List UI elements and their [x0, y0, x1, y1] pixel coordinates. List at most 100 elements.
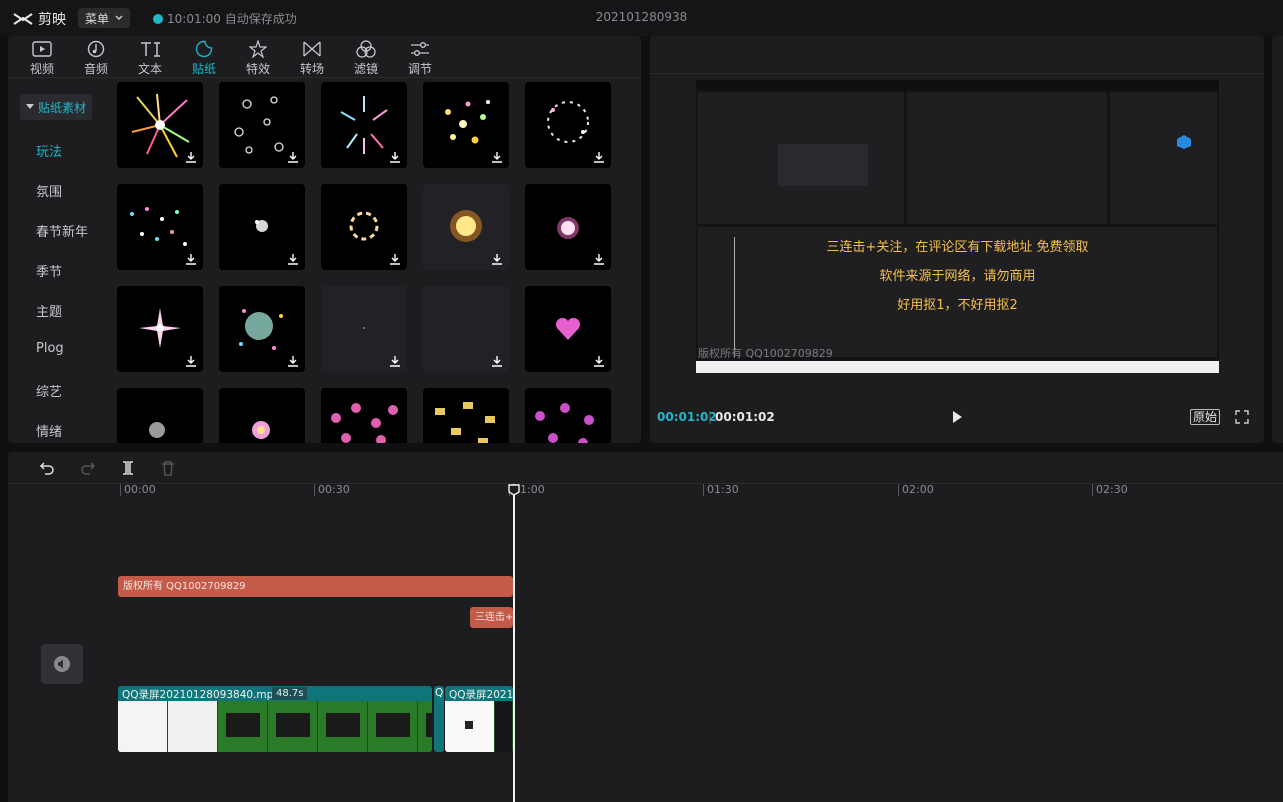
sticker-tile[interactable] — [525, 82, 611, 168]
video-clip-2[interactable]: Q — [434, 686, 444, 752]
download-icon[interactable] — [287, 355, 299, 367]
sticker-tile[interactable] — [117, 82, 203, 168]
sidebar-item-season[interactable]: 季节 — [36, 261, 62, 280]
player-header — [650, 36, 1264, 74]
sticker-tile[interactable] — [525, 286, 611, 372]
heart-rain-icon — [331, 403, 398, 443]
sticker-tile[interactable] — [117, 184, 203, 270]
ruler-label: 00:30 — [314, 484, 350, 496]
sidebar-item-variety[interactable]: 综艺 — [36, 381, 62, 400]
sticker-tile[interactable] — [321, 184, 407, 270]
tab-audio[interactable]: 音频 — [69, 38, 123, 78]
thumbnail — [368, 701, 418, 752]
sidebar-item-gameplay[interactable]: 玩法 — [36, 141, 62, 160]
time-separator: | — [708, 410, 713, 424]
sticker-icon — [195, 40, 213, 58]
media-panel: 视频 音频 文本 贴纸 特效 转场 滤镜 调节 贴纸素材 玩法 氛围 春节新年 … — [8, 36, 641, 443]
adjust-icon — [411, 42, 429, 56]
text-clip-watermark[interactable]: 版权所有 QQ1002709829 — [118, 576, 513, 597]
sticker-tile[interactable] — [423, 184, 509, 270]
download-icon[interactable] — [389, 253, 401, 265]
download-icon[interactable] — [185, 151, 197, 163]
properties-panel-edge — [1272, 36, 1283, 443]
video-clip-1[interactable]: QQ录屏20210128093840.mp4 48.7s — [118, 686, 432, 752]
total-time: 00:01:02 — [715, 410, 775, 424]
redo-icon[interactable] — [80, 460, 96, 476]
play-icon[interactable] — [950, 410, 964, 424]
sticker-tile[interactable] — [423, 286, 509, 372]
thumbnail — [268, 701, 318, 752]
text-clip-caption[interactable]: 三连击+关 — [470, 607, 513, 628]
playhead-handle-icon[interactable] — [508, 484, 520, 496]
tab-text[interactable]: 文本 — [123, 38, 177, 78]
sticker-tile[interactable] — [525, 184, 611, 270]
download-icon[interactable] — [389, 151, 401, 163]
sidebar-item-atmosphere[interactable]: 氛围 — [36, 181, 62, 200]
sidebar-item-theme[interactable]: 主题 — [36, 301, 62, 320]
sticker-tile[interactable] — [117, 286, 203, 372]
aspect-ratio-button[interactable]: 原始 — [1190, 409, 1221, 425]
download-icon[interactable] — [593, 355, 605, 367]
thumbnail — [218, 701, 268, 752]
download-icon[interactable] — [491, 253, 503, 265]
download-icon[interactable] — [287, 151, 299, 163]
undo-icon[interactable] — [39, 460, 55, 476]
sticker-tile[interactable] — [219, 82, 305, 168]
split-icon[interactable] — [120, 460, 136, 476]
sticker-tile[interactable] — [525, 388, 611, 443]
thumbnail — [118, 701, 168, 752]
sticker-tile[interactable] — [219, 184, 305, 270]
sticker-tile[interactable] — [117, 388, 203, 443]
sidebar-item-emotion[interactable]: 情绪 — [36, 421, 62, 440]
fullscreen-icon[interactable] — [1235, 410, 1249, 424]
download-icon[interactable] — [185, 355, 197, 367]
sticker-tile[interactable] — [321, 286, 407, 372]
sidebar-item-plog[interactable]: Plog — [36, 341, 64, 356]
sticker-tile[interactable] — [423, 82, 509, 168]
ruler-label: 02:00 — [898, 484, 934, 496]
tab-effects[interactable]: 特效 — [231, 38, 285, 78]
sidebar-item-spring-festival[interactable]: 春节新年 — [36, 221, 88, 240]
delete-icon[interactable] — [160, 460, 176, 476]
download-icon[interactable] — [491, 151, 503, 163]
tab-video[interactable]: 视频 — [15, 38, 69, 78]
download-icon[interactable] — [185, 253, 197, 265]
download-icon[interactable] — [593, 253, 605, 265]
tab-transition[interactable]: 转场 — [285, 38, 339, 78]
audio-icon — [87, 40, 105, 58]
download-icon[interactable] — [287, 253, 299, 265]
filter-icon — [356, 40, 376, 58]
ruler-label: 02:30 — [1092, 484, 1128, 496]
gold-coins-icon — [435, 402, 495, 443]
cube-icon — [1177, 135, 1191, 149]
sticker-tile[interactable] — [219, 286, 305, 372]
sticker-tile[interactable] — [219, 388, 305, 443]
pink-flower-icon — [252, 421, 270, 439]
sticker-tile[interactable] — [423, 388, 509, 443]
tab-adjust[interactable]: 调节 — [393, 38, 447, 78]
download-icon[interactable] — [389, 355, 401, 367]
timeline-panel: 00:00 00:30 01:00 01:30 02:00 02:30 版权所有… — [8, 452, 1283, 802]
track-mute-button[interactable] — [41, 644, 83, 684]
playhead[interactable] — [513, 484, 515, 802]
download-icon[interactable] — [593, 151, 605, 163]
speaker-icon — [54, 656, 70, 672]
clip-thumbnails — [445, 701, 513, 752]
gray-sparkle-icon — [149, 422, 165, 438]
video-clip-3[interactable]: QQ录屏20210 — [445, 686, 513, 752]
preview-player-panel — [907, 92, 1107, 224]
thumbnail — [445, 701, 495, 752]
time-ruler[interactable]: 00:00 00:30 01:00 01:30 02:00 02:30 — [8, 484, 1283, 498]
project-title: 202101280938 — [595, 10, 688, 24]
sticker-tile[interactable] — [321, 388, 407, 443]
tab-filter[interactable]: 滤镜 — [339, 38, 393, 78]
tab-sticker[interactable]: 贴纸 — [177, 38, 231, 78]
video-preview[interactable]: 三连击+关注，在评论区有下载地址 免费领取 软件来源于网络，请勿商用 好用抠1，… — [696, 80, 1219, 373]
copyright-watermark: 版权所有 QQ1002709829 — [698, 347, 833, 360]
sticker-material-header[interactable]: 贴纸素材 — [20, 94, 92, 120]
tab-label: 调节 — [407, 62, 432, 76]
sticker-tile[interactable] — [321, 82, 407, 168]
track-area[interactable]: 版权所有 QQ1002709829 三连击+关 QQ录屏202101280938… — [8, 498, 1283, 802]
media-toolbar: 视频 音频 文本 贴纸 特效 转场 滤镜 调节 — [8, 36, 641, 78]
download-icon[interactable] — [491, 355, 503, 367]
